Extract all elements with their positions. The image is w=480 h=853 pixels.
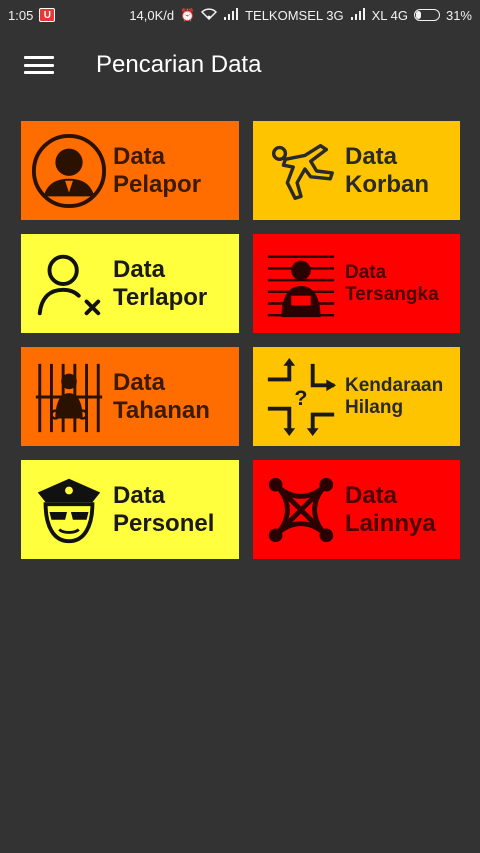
status-left: 1:05 U <box>8 7 56 23</box>
tile-line2: Korban <box>345 170 429 198</box>
tile-line2: Terlapor <box>113 283 208 311</box>
tile-label: Data Terlapor <box>113 256 207 311</box>
police-officer-icon <box>27 468 111 552</box>
network-speed: 14,0K/d <box>129 7 175 23</box>
tile-data-korban[interactable]: Data Korban <box>253 121 460 220</box>
person-avatar-icon <box>27 129 111 213</box>
battery-icon <box>413 9 440 21</box>
tile-line1: Data <box>345 481 398 509</box>
carrier-1: TELKOMSEL 3G <box>245 7 344 23</box>
wifi-icon <box>201 7 218 23</box>
tile-line2: Lainnya <box>345 509 436 537</box>
suspect-lineup-icon <box>259 242 343 326</box>
tile-kendaraan-hilang[interactable]: ? Kendaraan Hilang <box>253 347 460 446</box>
tile-label: Data Pelapor <box>113 143 201 198</box>
battery-percent: 31% <box>445 7 472 23</box>
signal-icon-2 <box>350 7 366 23</box>
tile-line1: Kendaraan <box>345 374 444 396</box>
user-x-icon <box>27 242 111 326</box>
tile-line2: Tersangka <box>345 283 439 305</box>
tile-data-personel[interactable]: Data Personel <box>21 460 239 559</box>
tile-label: Data Lainnya <box>345 482 436 537</box>
tile-data-pelapor[interactable]: Data Pelapor <box>21 121 239 220</box>
carrier-2: XL 4G <box>371 7 408 23</box>
tile-line1: Data <box>113 481 166 509</box>
signal-icon <box>223 7 239 23</box>
tile-data-terlapor[interactable]: Data Terlapor <box>21 234 239 333</box>
page-title: Pencarian Data <box>96 51 262 78</box>
tile-line2: Hilang <box>345 396 404 418</box>
tile-data-lainnya[interactable]: Data Lainnya <box>253 460 460 559</box>
hamburger-menu-icon[interactable] <box>24 54 54 76</box>
tile-line2: Tahanan <box>113 396 210 424</box>
tile-data-tersangka[interactable]: Data Tersangka <box>253 234 460 333</box>
tile-line1: Data <box>345 142 398 170</box>
tile-label: Data Tahanan <box>113 369 210 424</box>
tile-label: Data Tersangka <box>345 262 439 306</box>
tile-line1: Data <box>113 142 166 170</box>
notification-icon: U <box>39 8 56 22</box>
tile-line1: Data <box>345 261 387 283</box>
tile-line1: Data <box>113 368 166 396</box>
tile-label: Data Korban <box>345 143 429 198</box>
menu-grid: Data Pelapor Data Korban Data Terlapor D… <box>21 121 461 559</box>
status-time: 1:05 <box>8 7 34 23</box>
tile-line2: Pelapor <box>113 170 202 198</box>
lost-vehicle-icon: ? <box>259 355 343 439</box>
alarm-icon: ⏰ <box>180 8 196 22</box>
tile-label: Kendaraan Hilang <box>345 375 443 419</box>
tile-line2: Personel <box>113 509 215 537</box>
crime-outline-icon <box>259 129 343 213</box>
tile-label: Data Personel <box>113 482 214 537</box>
svg-text:?: ? <box>294 385 307 409</box>
tile-data-tahanan[interactable]: Data Tahanan <box>21 347 239 446</box>
tile-line1: Data <box>113 255 166 283</box>
app-bar: Pencarian Data <box>0 30 480 100</box>
prison-bars-icon <box>27 355 111 439</box>
status-right: 14,0K/d ⏰ TELKOMSEL 3G XL 4G 31% <box>129 7 472 23</box>
network-icon <box>259 468 343 552</box>
status-bar: 1:05 U 14,0K/d ⏰ TELKOMSEL 3G XL 4G 31% <box>0 0 480 30</box>
